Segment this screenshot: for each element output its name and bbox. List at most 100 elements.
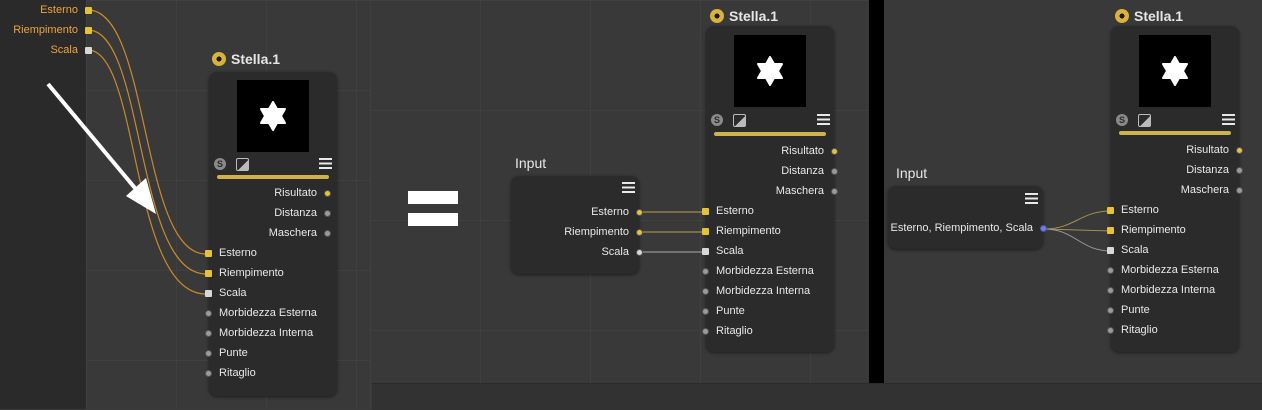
- menu-icon[interactable]: [1222, 114, 1235, 125]
- input-punte[interactable]: Punte: [702, 305, 745, 317]
- image-icon[interactable]: [1138, 114, 1151, 127]
- output-distanza[interactable]: Distanza: [781, 165, 838, 177]
- stella-node-3[interactable]: S Risultato Distanza Maschera Esterno Ri…: [1107, 26, 1243, 352]
- input-riempimento[interactable]: Riempimento: [1107, 224, 1186, 236]
- port-square[interactable]: [205, 269, 212, 277]
- port-dot[interactable]: [702, 307, 709, 315]
- stella-node-2[interactable]: S Risultato Distanza Maschera Esterno Ri…: [702, 26, 838, 352]
- port-dot[interactable]: [702, 267, 709, 275]
- input-scala[interactable]: Scala: [205, 287, 247, 299]
- output-risultato[interactable]: Risultato: [781, 145, 838, 157]
- port-square[interactable]: [702, 207, 709, 215]
- port-dot[interactable]: [205, 349, 212, 357]
- port-square[interactable]: [205, 249, 212, 257]
- port-dot[interactable]: [636, 208, 643, 216]
- output-maschera[interactable]: Maschera: [1181, 184, 1243, 196]
- progress-bar: [1119, 131, 1231, 135]
- port-dot[interactable]: [324, 209, 331, 217]
- output-risultato[interactable]: Risultato: [1186, 144, 1243, 156]
- port-square[interactable]: [85, 26, 92, 34]
- port-square[interactable]: [1107, 226, 1114, 234]
- port-dot[interactable]: [1107, 286, 1114, 294]
- menu-icon[interactable]: [817, 114, 830, 125]
- port-square[interactable]: [85, 6, 92, 14]
- input-morbidezza-esterna[interactable]: Morbidezza Esterna: [702, 265, 814, 277]
- input-morbidezza-interna[interactable]: Morbidezza Interna: [205, 327, 313, 339]
- input-scala[interactable]: Scala: [1107, 244, 1149, 256]
- input-esterno[interactable]: Esterno: [702, 205, 754, 217]
- input-label: Punte: [1121, 304, 1150, 316]
- menu-icon[interactable]: [622, 182, 635, 193]
- input-morbidezza-interna[interactable]: Morbidezza Interna: [1107, 284, 1215, 296]
- input-riempimento[interactable]: Riempimento: [205, 267, 284, 279]
- output-label: Maschera: [268, 227, 317, 239]
- sidebar-port-riempimento[interactable]: Riempimento: [0, 23, 92, 37]
- input-esterno[interactable]: Esterno: [205, 247, 257, 259]
- port-dot[interactable]: [1040, 224, 1047, 232]
- output-risultato[interactable]: Risultato: [274, 187, 331, 199]
- equals-sign-bottom: [408, 213, 458, 226]
- input-morbidezza-interna[interactable]: Morbidezza Interna: [702, 285, 810, 297]
- output-distanza[interactable]: Distanza: [274, 207, 331, 219]
- port-square[interactable]: [1107, 206, 1114, 214]
- port-dot[interactable]: [831, 187, 838, 195]
- white-arrow: [46, 82, 156, 214]
- port-dot[interactable]: [1236, 166, 1243, 174]
- input-morbidezza-esterna[interactable]: Morbidezza Esterna: [205, 307, 317, 319]
- port-dot[interactable]: [324, 229, 331, 237]
- port-square[interactable]: [85, 46, 92, 54]
- port-dot[interactable]: [636, 248, 643, 256]
- port-dot[interactable]: [205, 369, 212, 377]
- port-dot[interactable]: [636, 228, 643, 236]
- s-tool-icon[interactable]: S: [1116, 114, 1128, 126]
- port-dot[interactable]: [831, 167, 838, 175]
- input-esterno[interactable]: Esterno: [1107, 204, 1159, 216]
- output-label: Risultato: [1186, 144, 1229, 156]
- port-square[interactable]: [702, 247, 709, 255]
- output-maschera[interactable]: Maschera: [776, 185, 838, 197]
- port-square[interactable]: [1107, 246, 1114, 254]
- input-port-esterno[interactable]: Esterno: [591, 206, 643, 218]
- input-riempimento[interactable]: Riempimento: [702, 225, 781, 237]
- output-label: Distanza: [274, 207, 317, 219]
- input-node-mid[interactable]: Esterno Riempimento Scala: [511, 176, 643, 274]
- port-label: Esterno, Riempimento, Scala: [890, 222, 1033, 234]
- input-ritaglio[interactable]: Ritaglio: [1107, 324, 1158, 336]
- image-icon[interactable]: [236, 158, 249, 171]
- image-icon[interactable]: [733, 114, 746, 127]
- input-punte[interactable]: Punte: [205, 347, 248, 359]
- port-dot[interactable]: [1107, 306, 1114, 314]
- input-port-riempimento[interactable]: Riempimento: [564, 226, 643, 238]
- port-dot[interactable]: [702, 287, 709, 295]
- port-dot[interactable]: [702, 327, 709, 335]
- progress-bar: [714, 132, 826, 136]
- s-tool-icon[interactable]: S: [214, 158, 226, 170]
- input-port-scala[interactable]: Scala: [601, 246, 643, 258]
- menu-icon[interactable]: [1025, 193, 1038, 204]
- sidebar-port-esterno[interactable]: Esterno: [0, 3, 92, 17]
- input-ritaglio[interactable]: Ritaglio: [205, 367, 256, 379]
- sidebar-port-scala[interactable]: Scala: [0, 43, 92, 57]
- port-dot[interactable]: [831, 147, 838, 155]
- input-ritaglio[interactable]: Ritaglio: [702, 325, 753, 337]
- input-morbidezza-esterna[interactable]: Morbidezza Esterna: [1107, 264, 1219, 276]
- port-square[interactable]: [702, 227, 709, 235]
- input-port-combined[interactable]: Esterno, Riempimento, Scala: [891, 222, 1047, 234]
- output-distanza[interactable]: Distanza: [1186, 164, 1243, 176]
- port-label: Riempimento: [564, 226, 629, 238]
- input-node-right[interactable]: Esterno, Riempimento, Scala: [888, 186, 1047, 249]
- input-punte[interactable]: Punte: [1107, 304, 1150, 316]
- port-square[interactable]: [205, 289, 212, 297]
- port-dot[interactable]: [1236, 146, 1243, 154]
- port-dot[interactable]: [1236, 186, 1243, 194]
- menu-icon[interactable]: [319, 158, 332, 169]
- port-dot[interactable]: [1107, 326, 1114, 334]
- port-dot[interactable]: [205, 309, 212, 317]
- output-maschera[interactable]: Maschera: [269, 227, 331, 239]
- input-scala[interactable]: Scala: [702, 245, 744, 257]
- port-dot[interactable]: [1107, 266, 1114, 274]
- s-tool-icon[interactable]: S: [711, 114, 723, 126]
- stella-node-1[interactable]: S Risultato Distanza Maschera Esterno Ri…: [205, 72, 337, 396]
- port-dot[interactable]: [324, 189, 331, 197]
- port-dot[interactable]: [205, 329, 212, 337]
